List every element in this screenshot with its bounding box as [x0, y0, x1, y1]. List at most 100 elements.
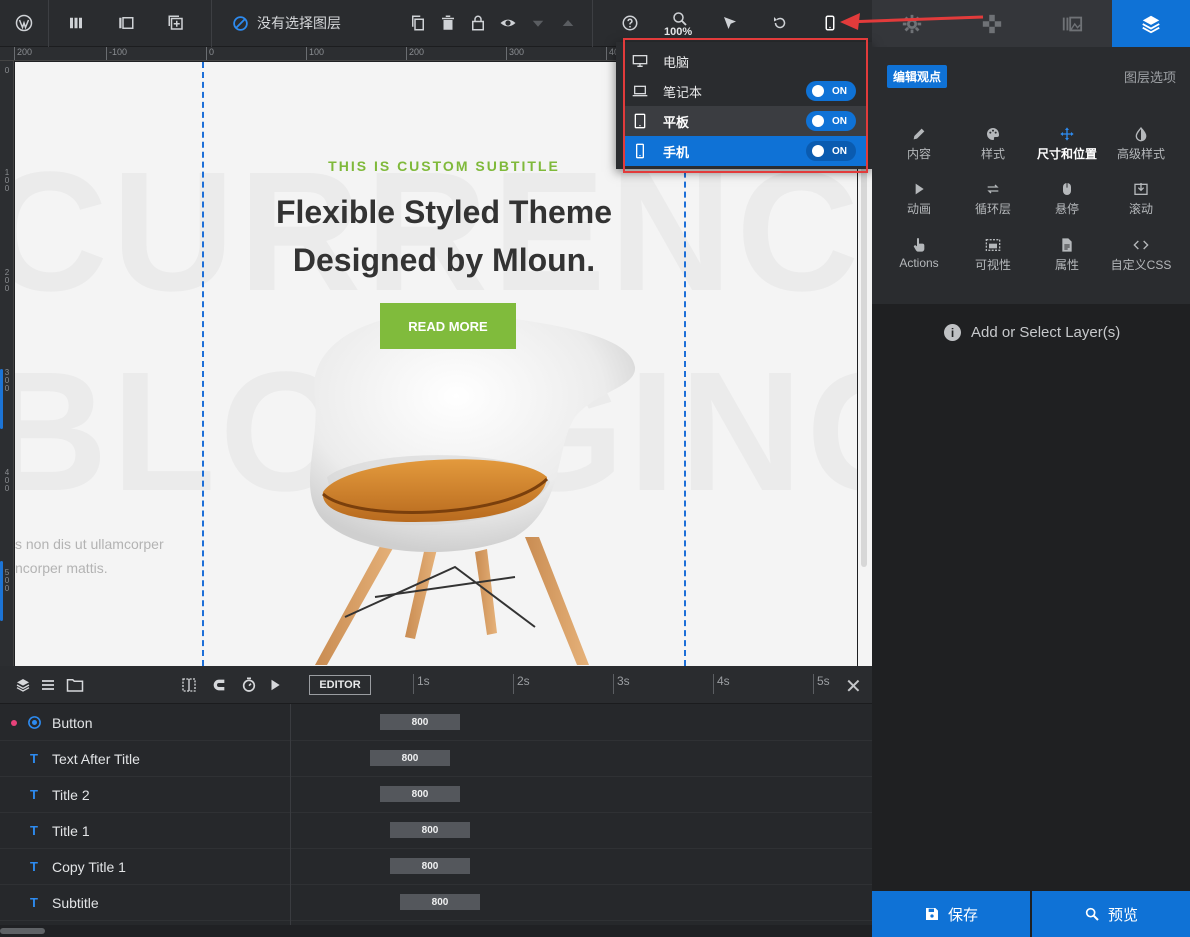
ruler-tick: -100: [106, 47, 127, 60]
info-icon: i: [944, 324, 961, 341]
ruler-tick: 0: [4, 584, 10, 593]
panel-item-content[interactable]: 内容: [881, 123, 957, 162]
text-layer-icon: T: [30, 858, 38, 874]
preview-button[interactable]: 预览: [1032, 891, 1190, 937]
timeline-scrollbar[interactable]: [0, 925, 872, 937]
panel-item-animation[interactable]: 动画: [881, 178, 957, 217]
layers-tab[interactable]: [1112, 0, 1190, 47]
trash-icon[interactable]: [436, 12, 460, 34]
panel-item-size-position[interactable]: 尺寸和位置: [1029, 123, 1105, 162]
annotation-arrow-icon: [840, 13, 984, 30]
panel-item-actions[interactable]: Actions: [881, 234, 957, 270]
ruler-tick: 200: [14, 47, 32, 60]
timeline-row[interactable]: T Subtitle 800: [0, 885, 872, 921]
timeline-row[interactable]: Button 800: [0, 705, 872, 741]
no-selection-icon: [233, 15, 248, 31]
read-more-button[interactable]: READ MORE: [380, 303, 516, 349]
editor-label[interactable]: EDITOR: [309, 675, 371, 695]
grid-select-icon[interactable]: [180, 676, 198, 694]
ruler-tick: 0: [4, 184, 10, 193]
panel-item-label: 尺寸和位置: [1036, 147, 1097, 161]
panel-item-style[interactable]: 样式: [955, 123, 1031, 162]
text-layer-icon: T: [30, 822, 38, 838]
panel-item-label: 属性: [1054, 258, 1079, 272]
mouse-icon: [1029, 178, 1105, 200]
select-layer-hint: i Add or Select Layer(s): [944, 324, 1120, 341]
panel-item-label: 样式: [980, 147, 1005, 161]
chair-image[interactable]: [275, 297, 655, 666]
media-tab[interactable]: [1032, 0, 1112, 47]
play-icon[interactable]: [266, 676, 284, 694]
timer-icon[interactable]: [240, 676, 258, 694]
slide-title-2[interactable]: Designed by Mloun.: [203, 242, 685, 279]
ruler-tick: 0: [4, 284, 10, 293]
list-icon[interactable]: [39, 676, 57, 694]
layer-options-title: 图层选项: [1123, 70, 1176, 85]
time-marker: 4s: [713, 674, 730, 694]
layer-name: Button: [52, 715, 93, 731]
visibility-eye-icon[interactable]: [496, 12, 520, 34]
timeline-row[interactable]: T Title 2 800: [0, 777, 872, 813]
panel-item-attributes[interactable]: 属性: [1029, 234, 1105, 273]
slide-body-text[interactable]: s non dis ut ullamcorper ncorper mattis.: [15, 532, 164, 580]
play-icon: [881, 178, 957, 200]
magnet-icon[interactable]: [210, 676, 228, 694]
save-label: 保存: [947, 906, 978, 924]
duplicate-icon[interactable]: [406, 12, 430, 34]
help-icon[interactable]: [618, 12, 642, 34]
duration-bar[interactable]: 800: [370, 750, 450, 766]
gallery-icon: [1062, 16, 1083, 31]
layers-icon[interactable]: [14, 676, 32, 694]
ruler-tick: 200: [406, 47, 424, 60]
arrow-down-icon[interactable]: [526, 12, 550, 34]
duration-bar[interactable]: 800: [390, 858, 470, 874]
close-icon[interactable]: ✕: [845, 674, 862, 699]
panel-item-scroll[interactable]: 滚动: [1103, 178, 1179, 217]
duration-bar[interactable]: 800: [400, 894, 480, 910]
slide-subtitle[interactable]: THIS IS CUSTOM SUBTITLE: [203, 158, 685, 174]
columns-icon[interactable]: [64, 12, 88, 34]
timeline-row[interactable]: T Title 1 800: [0, 813, 872, 849]
duration-bar[interactable]: 800: [390, 822, 470, 838]
ruler-tick: 300: [506, 47, 524, 60]
slide-title-1[interactable]: Flexible Styled Theme: [203, 194, 685, 231]
save-button[interactable]: 保存: [872, 891, 1030, 937]
panel-item-custom-css[interactable]: 自定义CSS: [1103, 234, 1179, 273]
media-library-icon[interactable]: [114, 12, 138, 34]
panel-item-label: 循环层: [974, 202, 1011, 216]
layer-selection-status: 没有选择图层: [232, 12, 341, 34]
undo-icon[interactable]: [768, 12, 792, 34]
timeline-row[interactable]: T Copy Title 1 800: [0, 849, 872, 885]
layers-icon: [1142, 15, 1160, 33]
ruler-tick: 0: [206, 47, 214, 60]
ruler-guide-marker[interactable]: [0, 369, 3, 429]
panel-item-label: 滚动: [1128, 202, 1153, 216]
folder-icon[interactable]: [66, 676, 84, 694]
time-marker: 2s: [513, 674, 530, 694]
highlight-box: [623, 38, 868, 173]
lock-icon[interactable]: [466, 12, 490, 34]
visibility-icon: [955, 234, 1031, 256]
duration-bar[interactable]: 800: [380, 714, 460, 730]
wordpress-icon[interactable]: [12, 12, 36, 34]
edit-viewpoint-badge[interactable]: 编辑观点: [887, 65, 948, 88]
scroll-icon: [1103, 178, 1179, 200]
panel-item-loop[interactable]: 循环层: [955, 178, 1031, 217]
panel-item-advanced-style[interactable]: 高级样式: [1103, 123, 1179, 162]
arrow-up-icon[interactable]: [556, 12, 580, 34]
scrollbar-thumb[interactable]: [0, 928, 45, 934]
document-icon: [1029, 234, 1105, 256]
move-icon: [1029, 123, 1105, 145]
timeline-row[interactable]: T Text After Title 800: [0, 741, 872, 777]
panel-item-visibility[interactable]: 可视性: [955, 234, 1031, 273]
panel-item-hover[interactable]: 悬停: [1029, 178, 1105, 217]
duration-bar[interactable]: 800: [380, 786, 460, 802]
ruler-guide-marker[interactable]: [0, 561, 3, 621]
guide-line-left[interactable]: [202, 62, 204, 666]
layer-name: Title 1: [52, 823, 90, 839]
panel-item-label: 内容: [906, 147, 931, 161]
select-cursor-icon[interactable]: [718, 12, 742, 34]
ruler-tick: 0: [4, 484, 10, 493]
timeline-panel: EDITOR 1s 2s 3s 4s 5s ✕ Button 800 T Tex…: [0, 666, 872, 937]
add-layer-icon[interactable]: [164, 12, 188, 34]
